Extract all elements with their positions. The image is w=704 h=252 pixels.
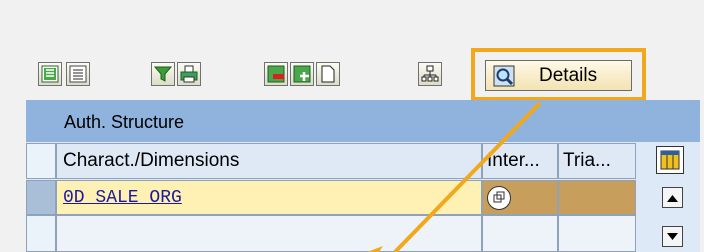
new-document-button[interactable]: [316, 62, 340, 86]
delete-row-button[interactable]: [264, 62, 288, 86]
select-all-icon: [41, 65, 59, 83]
table-row-interval[interactable]: [482, 180, 558, 215]
row-selector[interactable]: [26, 180, 56, 215]
scroll-down-button[interactable]: [662, 226, 683, 247]
column-settings-icon: [660, 150, 680, 170]
sap-screen: Details Auth. Structure Charact./Dimensi…: [0, 0, 704, 252]
table-row-trial[interactable]: [558, 180, 636, 215]
chevron-up-icon: [667, 194, 678, 202]
print-button[interactable]: [177, 62, 201, 86]
table-row-characteristic[interactable]: [56, 215, 482, 252]
interval-icon[interactable]: [487, 185, 511, 210]
details-button-label: Details: [539, 64, 598, 86]
filter-button[interactable]: [151, 62, 175, 86]
table-title: Auth. Structure: [64, 112, 185, 132]
scroll-up-button[interactable]: [662, 187, 683, 208]
deselect-all-button[interactable]: [66, 62, 90, 86]
select-all-button[interactable]: [38, 62, 62, 86]
select-all-rows-cell[interactable]: [26, 143, 56, 179]
row-selector[interactable]: [26, 215, 56, 252]
hierarchy-icon: [421, 65, 439, 82]
new-document-icon: [321, 65, 335, 83]
column-header-trial[interactable]: Tria...: [558, 143, 636, 179]
column-header-characteristic[interactable]: Charact./Dimensions: [56, 143, 482, 179]
insert-row-icon: [293, 65, 311, 83]
hierarchy-button[interactable]: [418, 62, 442, 86]
filter-icon: [154, 66, 172, 82]
table-row-trial[interactable]: [558, 215, 636, 252]
table-row-interval[interactable]: [482, 215, 558, 252]
column-settings-button[interactable]: [656, 146, 684, 174]
insert-row-button[interactable]: [290, 62, 314, 86]
table-row-characteristic[interactable]: 0D_SALE_ORG: [56, 180, 482, 215]
characteristic-link[interactable]: 0D_SALE_ORG: [63, 188, 182, 208]
delete-row-icon: [267, 65, 285, 83]
print-icon: [180, 65, 198, 83]
details-icon: [493, 65, 515, 87]
chevron-down-icon: [667, 232, 678, 240]
deselect-all-icon: [69, 65, 87, 83]
details-button[interactable]: Details: [485, 60, 632, 91]
column-header-interval[interactable]: Inter...: [482, 143, 558, 179]
